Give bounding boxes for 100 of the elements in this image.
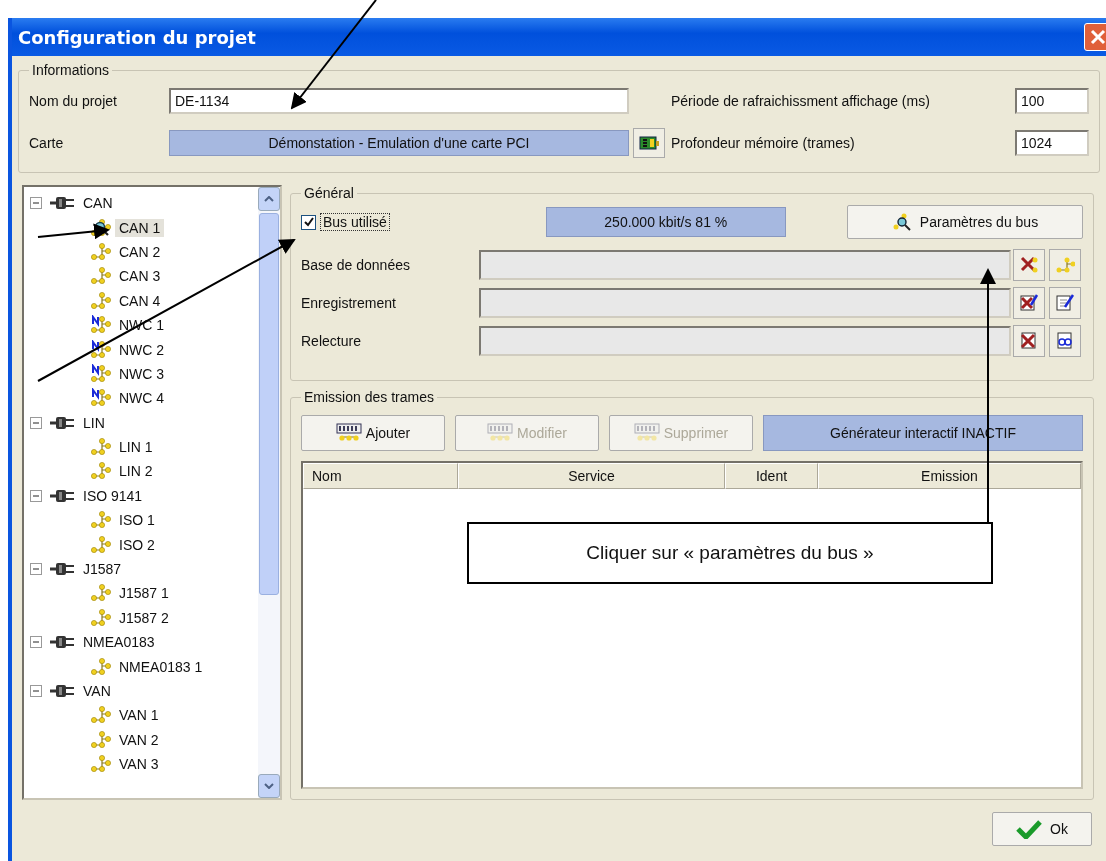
network-icon xyxy=(90,290,112,311)
plug-icon xyxy=(48,415,76,430)
tree-item[interactable]: NMEA0183 1 xyxy=(115,657,207,676)
network-icon xyxy=(90,705,112,726)
setting-label: Période de rafraichissment affichage (ms) xyxy=(670,93,931,109)
minus-icon xyxy=(33,688,39,694)
tree-item[interactable]: LIN xyxy=(79,413,109,432)
plug-icon xyxy=(48,684,76,698)
tree-item[interactable]: LIN 2 xyxy=(115,462,157,481)
checkmark-icon xyxy=(303,217,314,227)
tree-item[interactable]: ISO 1 xyxy=(115,511,159,530)
icon-button[interactable] xyxy=(1049,287,1081,319)
tree-item[interactable]: CAN 2 xyxy=(115,242,165,261)
tree-item[interactable]: CAN 4 xyxy=(115,291,165,310)
ok-button[interactable]: Ok xyxy=(992,812,1092,846)
binary-network-icon xyxy=(487,423,514,443)
field-label: Carte xyxy=(29,135,65,151)
plug-icon xyxy=(48,635,76,650)
binary-network-icon xyxy=(633,423,660,443)
collapse-toggle[interactable] xyxy=(30,563,42,576)
network-icon xyxy=(90,754,112,775)
icon-button[interactable] xyxy=(1013,249,1045,281)
tree-item[interactable]: NWC 2 xyxy=(115,340,169,359)
network-icon xyxy=(1055,255,1075,275)
group-title: Emission des trames xyxy=(303,389,435,405)
tree-item[interactable]: CAN 1 xyxy=(115,218,165,237)
minus-icon xyxy=(33,419,39,426)
tree-item[interactable]: J1587 1 xyxy=(115,584,173,603)
plug-icon xyxy=(48,196,76,211)
network-icon xyxy=(90,241,112,262)
network-icon xyxy=(90,266,112,287)
network-icon xyxy=(90,729,112,750)
column-header[interactable]: Service xyxy=(458,463,725,489)
notepad-cross-icon xyxy=(1019,293,1039,313)
minus-icon xyxy=(33,200,39,207)
tree-item[interactable]: CAN xyxy=(79,194,117,213)
card-button[interactable] xyxy=(633,128,665,158)
icon-button[interactable] xyxy=(1013,287,1045,319)
field-label: Nom du projet xyxy=(29,93,118,109)
collapse-toggle[interactable] xyxy=(30,416,42,429)
document-glasses-icon xyxy=(1055,331,1075,351)
bus-rate-display: 250.000 kbit/s 81 % xyxy=(545,207,786,237)
callout-note: Cliquer sur « paramètres du bus » xyxy=(467,522,993,584)
tree-item[interactable]: J1587 xyxy=(79,560,126,579)
network-icon xyxy=(90,656,112,677)
network-cross-icon xyxy=(1019,255,1039,275)
tree-item[interactable]: VAN xyxy=(79,682,115,700)
network-icon xyxy=(90,510,112,531)
group-title: Général xyxy=(303,185,355,201)
icon-button[interactable] xyxy=(1013,325,1045,357)
tree-item[interactable]: LIN 1 xyxy=(115,438,157,457)
network-icon xyxy=(90,607,112,628)
binary-network-icon xyxy=(335,423,362,443)
close-button[interactable] xyxy=(1084,23,1106,51)
column-header[interactable]: Ident xyxy=(725,463,818,489)
field-label: Base de données xyxy=(301,257,411,273)
frame-button[interactable]: Ajouter xyxy=(301,415,445,451)
network-icon xyxy=(90,534,112,555)
collapse-toggle[interactable] xyxy=(30,636,42,649)
network-icon xyxy=(90,461,112,482)
network-n-icon xyxy=(90,363,112,384)
tree-item[interactable]: NWC 4 xyxy=(115,389,169,408)
setting-field[interactable]: 1024 xyxy=(1015,130,1089,156)
scrollbar[interactable] xyxy=(258,187,280,798)
collapse-toggle[interactable] xyxy=(30,489,42,502)
tree-item[interactable]: ISO 2 xyxy=(115,535,159,554)
close-icon xyxy=(1090,29,1106,45)
tree-item[interactable]: VAN 3 xyxy=(115,755,163,774)
column-header[interactable]: Emission xyxy=(818,463,1081,489)
project-name-field[interactable]: DE-1134 xyxy=(169,88,629,114)
tree-item[interactable]: VAN 2 xyxy=(115,730,163,749)
file-field[interactable] xyxy=(479,326,1011,356)
checkmark-icon xyxy=(1016,819,1043,839)
group-title: Informations xyxy=(31,62,111,78)
tree-item[interactable]: NMEA0183 xyxy=(79,633,159,652)
network-icon xyxy=(90,583,112,604)
collapse-toggle[interactable] xyxy=(30,197,42,210)
minus-icon xyxy=(33,639,39,646)
card-display: Démonstation - Emulation d'une carte PCI xyxy=(169,130,629,156)
minus-icon xyxy=(33,492,39,499)
minus-icon xyxy=(33,566,39,573)
bus-parameters-button[interactable]: Paramètres du bus xyxy=(847,205,1083,239)
collapse-toggle[interactable] xyxy=(30,685,42,697)
notepad-pen-icon xyxy=(1055,293,1075,313)
column-header[interactable]: Nom xyxy=(303,463,458,489)
plug-icon xyxy=(48,488,76,503)
file-field[interactable] xyxy=(479,250,1011,280)
tree-item[interactable]: NWC 3 xyxy=(115,364,169,383)
setting-label: Profondeur mémoire (trames) xyxy=(670,135,856,151)
field-label: Relecture xyxy=(301,333,362,349)
icon-button[interactable] xyxy=(1049,325,1081,357)
network-n-icon xyxy=(90,339,112,360)
tree-item[interactable]: VAN 1 xyxy=(115,706,163,725)
tree-item[interactable]: CAN 3 xyxy=(115,267,165,286)
network-n-icon xyxy=(90,388,112,409)
tree-item[interactable]: J1587 2 xyxy=(115,608,173,627)
circuit-board-icon xyxy=(638,134,660,152)
file-field[interactable] xyxy=(479,288,1011,318)
setting-field[interactable]: 100 xyxy=(1015,88,1089,114)
tree-item[interactable]: ISO 9141 xyxy=(79,486,147,505)
